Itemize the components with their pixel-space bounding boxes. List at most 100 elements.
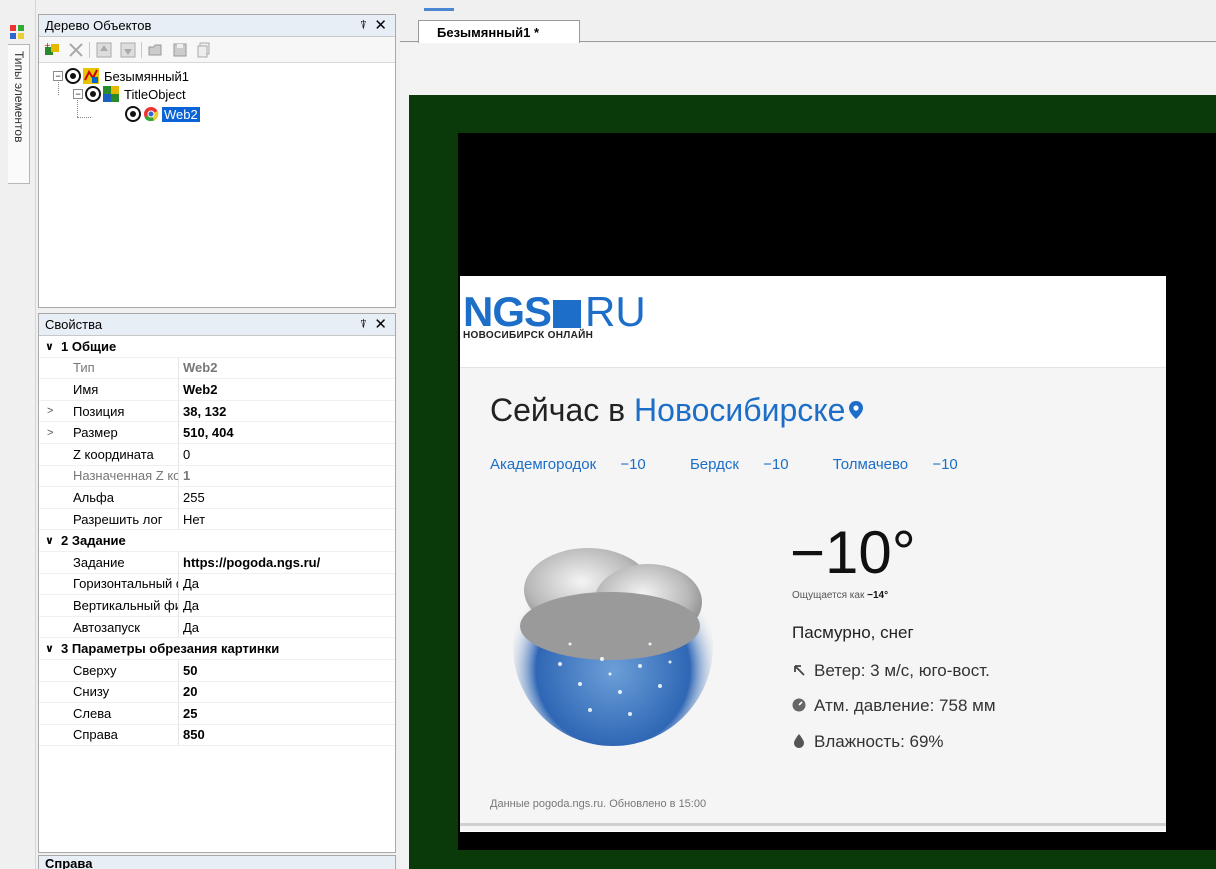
add-object-icon[interactable]: + bbox=[43, 41, 61, 59]
property-value: 1 bbox=[183, 468, 191, 484]
property-group-label: 1 Общие bbox=[61, 338, 117, 354]
pressure-row: Атм. давление: 758 мм bbox=[792, 696, 996, 716]
pin-icon[interactable]: ⍒ bbox=[360, 18, 367, 33]
tab-element-types-label: Типы элементов bbox=[12, 51, 26, 143]
site-header: NGS RU НОВОСИБИРСК ОНЛАЙН bbox=[460, 276, 1166, 368]
object-tree-toolbar: + bbox=[39, 37, 395, 63]
property-row-left[interactable]: Слева 25 bbox=[39, 703, 395, 725]
property-group-label: 3 Параметры обрезания картинки bbox=[61, 641, 280, 657]
delete-icon[interactable] bbox=[67, 41, 85, 59]
move-down-icon[interactable] bbox=[119, 41, 137, 59]
property-row-alpha[interactable]: Альфа 255 bbox=[39, 487, 395, 509]
property-value[interactable]: Web2 bbox=[179, 379, 217, 400]
tree-node-web2[interactable]: Web2 bbox=[125, 105, 200, 123]
weather-headline: Сейчас в Новосибирске bbox=[490, 392, 864, 429]
pressure-text: Атм. давление: 758 мм bbox=[814, 696, 996, 715]
visibility-eye-icon[interactable] bbox=[85, 86, 101, 102]
headline-prefix: Сейчас в bbox=[490, 392, 635, 428]
tab-document[interactable]: Безымянный1 * bbox=[418, 20, 580, 44]
property-group-task[interactable]: ∨ 2 Задание bbox=[39, 530, 395, 552]
nearby-place[interactable]: Академгородок bbox=[490, 456, 596, 473]
humidity-row: Влажность: 69% bbox=[792, 732, 944, 752]
property-value[interactable]: 255 bbox=[179, 487, 205, 508]
property-name: Задание bbox=[39, 551, 179, 573]
web-widget[interactable]: NGS RU НОВОСИБИРСК ОНЛАЙН Сейчас в Новоси… bbox=[460, 276, 1166, 832]
document-tabs: Безымянный1 * bbox=[400, 14, 1216, 44]
nearby-item[interactable]: Толмачево −10 bbox=[833, 456, 978, 473]
property-name: Разрешить лог bbox=[39, 508, 179, 530]
property-row-top[interactable]: Сверху 50 bbox=[39, 659, 395, 682]
nearby-item[interactable]: Бердск −10 bbox=[690, 456, 809, 473]
property-value[interactable]: 50 bbox=[179, 660, 197, 681]
top-strip bbox=[400, 0, 1216, 14]
property-row-name[interactable]: Имя Web2 bbox=[39, 379, 395, 401]
property-value[interactable]: 510, 404 bbox=[179, 422, 234, 443]
move-up-icon[interactable] bbox=[95, 41, 113, 59]
property-name: Слева bbox=[39, 703, 179, 724]
nearby-item[interactable]: Академгородок −10 bbox=[490, 456, 666, 473]
property-row-vertical-filter[interactable]: Вертикальный фил Да bbox=[39, 595, 395, 617]
property-value[interactable]: 0 bbox=[179, 444, 190, 465]
gauge-icon bbox=[792, 698, 806, 712]
property-row-position[interactable]: > Позиция 38, 132 bbox=[39, 400, 395, 423]
visibility-eye-icon[interactable] bbox=[65, 68, 81, 84]
property-row-autostart[interactable]: Автозапуск Да bbox=[39, 616, 395, 639]
side-toolstrip: Типы элементов bbox=[0, 0, 36, 869]
location-pin-icon[interactable] bbox=[849, 401, 864, 419]
tree-guide bbox=[77, 117, 91, 118]
feels-like-value: −14° bbox=[867, 590, 889, 601]
copy-icon[interactable] bbox=[195, 41, 213, 59]
close-icon[interactable]: ✕ bbox=[374, 16, 387, 34]
property-row-z[interactable]: Z координата 0 bbox=[39, 443, 395, 466]
nearby-place[interactable]: Бердск bbox=[690, 456, 739, 473]
tree-node-root[interactable]: − Безымянный1 bbox=[53, 67, 191, 85]
element-types-icon[interactable] bbox=[9, 24, 25, 40]
property-name: Вертикальный фил bbox=[39, 595, 179, 616]
property-group-general[interactable]: ∨ 1 Общие bbox=[39, 336, 395, 358]
active-indicator bbox=[424, 8, 454, 11]
nearby-locations: Академгородок −10 Бердск −10 Толмачево −… bbox=[490, 456, 998, 473]
site-logo[interactable]: NGS RU НОВОСИБИРСК ОНЛАЙН bbox=[463, 288, 646, 341]
feels-like: Ощущается как −14° bbox=[792, 590, 888, 601]
properties-title: Свойства bbox=[45, 317, 103, 332]
save-icon[interactable] bbox=[171, 41, 189, 59]
collapse-icon[interactable]: − bbox=[73, 89, 83, 99]
property-row-size[interactable]: > Размер 510, 404 bbox=[39, 422, 395, 444]
property-value[interactable]: 850 bbox=[179, 725, 205, 746]
tree-node-titleobject[interactable]: − TitleObject bbox=[73, 85, 188, 103]
chevron-down-icon[interactable]: ∨ bbox=[45, 642, 61, 655]
visibility-eye-icon[interactable] bbox=[125, 106, 141, 122]
property-row-right[interactable]: Справа 850 bbox=[39, 724, 395, 747]
nearby-place[interactable]: Толмачево bbox=[833, 456, 908, 473]
collapse-icon[interactable]: − bbox=[53, 71, 63, 81]
headline-city-link[interactable]: Новосибирске bbox=[634, 392, 845, 428]
chevron-right-icon[interactable]: > bbox=[47, 427, 53, 439]
wind-row: Ветер: 3 м/с, юго-вост. bbox=[792, 661, 990, 681]
property-row-horizontal-filter[interactable]: Горизонтальный ф Да bbox=[39, 573, 395, 596]
property-row-allow-log[interactable]: Разрешить лог Нет bbox=[39, 508, 395, 531]
open-folder-icon[interactable] bbox=[147, 41, 165, 59]
property-value[interactable]: Да bbox=[179, 574, 199, 595]
logo-square-icon bbox=[553, 300, 582, 328]
property-value[interactable]: 25 bbox=[179, 703, 197, 724]
tab-element-types[interactable]: Типы элементов bbox=[8, 44, 30, 184]
property-value[interactable]: 20 bbox=[179, 682, 197, 703]
property-row-task[interactable]: Задание https://pogoda.ngs.ru/ bbox=[39, 551, 395, 574]
pin-icon[interactable]: ⍒ bbox=[360, 317, 367, 332]
chevron-down-icon[interactable]: ∨ bbox=[45, 340, 61, 353]
chevron-right-icon[interactable]: > bbox=[47, 405, 53, 417]
property-group-crop[interactable]: ∨ 3 Параметры обрезания картинки bbox=[39, 638, 395, 660]
property-value[interactable]: Да bbox=[179, 617, 199, 638]
property-value[interactable]: 38, 132 bbox=[179, 401, 226, 422]
design-canvas[interactable]: NGS RU НОВОСИБИРСК ОНЛАЙН Сейчас в Новоси… bbox=[400, 43, 1216, 869]
property-row-bottom[interactable]: Снизу 20 bbox=[39, 681, 395, 704]
property-value[interactable]: Нет bbox=[179, 509, 205, 530]
property-value[interactable]: https://pogoda.ngs.ru/ bbox=[179, 552, 320, 573]
property-name: Горизонтальный ф bbox=[39, 573, 179, 595]
close-icon[interactable]: ✕ bbox=[374, 315, 387, 333]
property-row-assigned-z[interactable]: Назначенная Z коо 1 bbox=[39, 465, 395, 488]
chevron-down-icon[interactable]: ∨ bbox=[45, 534, 61, 547]
property-value[interactable]: Да bbox=[179, 595, 199, 616]
property-row-type[interactable]: Тип Web2 bbox=[39, 357, 395, 380]
object-tree-header: Дерево Объектов ⍒ ✕ bbox=[39, 15, 395, 37]
